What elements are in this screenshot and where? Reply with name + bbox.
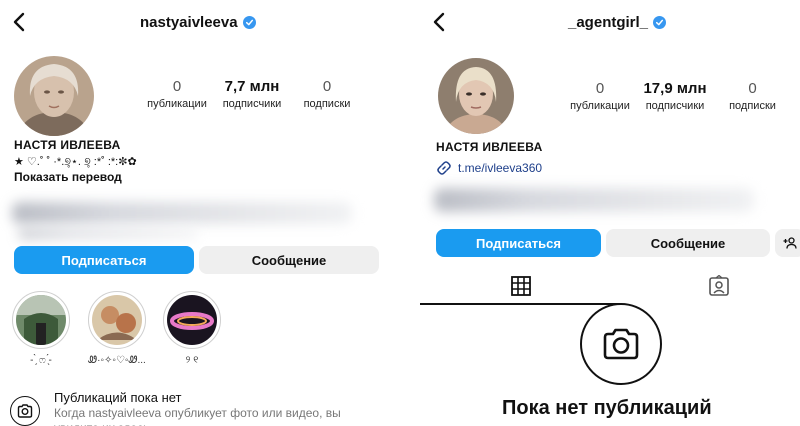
no-posts-title: Пока нет публикаций <box>502 397 712 419</box>
no-posts-title: Публикаций пока нет <box>54 390 182 405</box>
stat-following[interactable]: 0 подписки <box>292 78 362 110</box>
link-icon <box>437 161 451 175</box>
story-highlight[interactable]: ୨ ୧ <box>163 291 221 366</box>
highlight-label: ୨ ୧ <box>185 355 199 366</box>
profile-link[interactable]: t.me/ivleeva360 <box>436 160 542 176</box>
stat-followers[interactable]: 17,9 млн подписчики <box>635 80 715 112</box>
stat-following[interactable]: 0 подписки <box>715 80 790 112</box>
posts-label: публикации <box>147 98 207 110</box>
tagged-icon[interactable] <box>708 275 730 297</box>
follow-button[interactable]: Подписаться <box>436 229 601 257</box>
stat-posts[interactable]: 0 публикации <box>565 80 635 112</box>
no-posts-subtitle: Когда nastyaivleeva опубликует фото или … <box>54 406 341 426</box>
profile-stats: 0 публикации 7,7 млн подписчики 0 подпис… <box>142 78 362 110</box>
stat-posts[interactable]: 0 публикации <box>142 78 212 110</box>
handle-text: nastyaivleeva <box>140 14 238 31</box>
active-tab-indicator <box>420 303 620 305</box>
profile-bio: ★ ♡.˚ ˚ ·*.୭̥⋆. ୭̥ :*˚ :*:✼✿ <box>14 156 137 168</box>
following-count: 0 <box>748 80 757 97</box>
blurred-bio-line <box>18 228 198 240</box>
followers-count: 7,7 млн <box>224 78 280 95</box>
following-label: подписки <box>303 98 351 110</box>
back-arrow-icon[interactable] <box>12 12 26 32</box>
profile-name: НАСТЯ ИВЛЕЕВА <box>14 138 121 152</box>
posts-count: 0 <box>595 80 605 97</box>
highlight-label: Ꮺ·◦✧◦♡◦Ꮺ... <box>88 355 146 366</box>
profile-name: НАСТЯ ИВЛЕЕВА <box>436 140 543 154</box>
show-translation-link[interactable]: Показать перевод <box>14 170 122 184</box>
camera-icon <box>580 303 662 385</box>
highlight-cover-icon <box>167 295 217 345</box>
camera-icon <box>10 396 40 426</box>
verified-badge-icon <box>242 16 256 29</box>
story-highlight[interactable]: Ꮺ·◦✧◦♡◦Ꮺ... <box>88 291 146 366</box>
profile-handle: nastyaivleeva <box>140 14 256 31</box>
profile-screen-nastyaivleeva: nastyaivleeva 0 публикации 7,7 млн подпи… <box>0 0 392 426</box>
profile-screen-agentgirl: _agentgirl_ 0 публикации 17,9 млн подпис… <box>420 0 800 426</box>
following-label: подписки <box>729 100 776 112</box>
posts-label: публикации <box>570 100 630 112</box>
follow-button[interactable]: Подписаться <box>14 246 194 274</box>
stat-followers[interactable]: 7,7 млн подписчики <box>212 78 292 110</box>
suggest-people-button[interactable] <box>775 229 800 257</box>
following-count: 0 <box>322 78 332 95</box>
blurred-bio-line <box>12 202 352 224</box>
verified-badge-icon <box>653 16 667 29</box>
highlight-cover-icon <box>16 295 66 345</box>
followers-label: подписчики <box>645 100 705 112</box>
posts-count: 0 <box>172 78 182 95</box>
back-arrow-icon[interactable] <box>432 12 446 32</box>
add-person-icon <box>783 237 797 249</box>
followers-label: подписчики <box>222 98 282 110</box>
avatar[interactable] <box>438 58 514 134</box>
profile-handle: _agentgirl_ <box>568 14 667 31</box>
highlight-cover-icon <box>92 295 142 345</box>
followers-count: 17,9 млн <box>643 80 707 97</box>
highlight-label: - ̗̀ ෆ ̖́- <box>30 355 52 366</box>
message-button[interactable]: Сообщение <box>199 246 379 274</box>
grid-icon[interactable] <box>510 275 532 297</box>
message-button[interactable]: Сообщение <box>606 229 770 257</box>
link-text: t.me/ivleeva360 <box>458 161 543 175</box>
blurred-bio-line <box>434 188 754 212</box>
avatar[interactable] <box>14 56 94 136</box>
handle-text: _agentgirl_ <box>568 14 649 31</box>
story-highlight[interactable]: - ̗̀ ෆ ̖́- <box>12 291 70 366</box>
profile-stats: 0 публикации 17,9 млн подписчики 0 подпи… <box>565 80 790 112</box>
